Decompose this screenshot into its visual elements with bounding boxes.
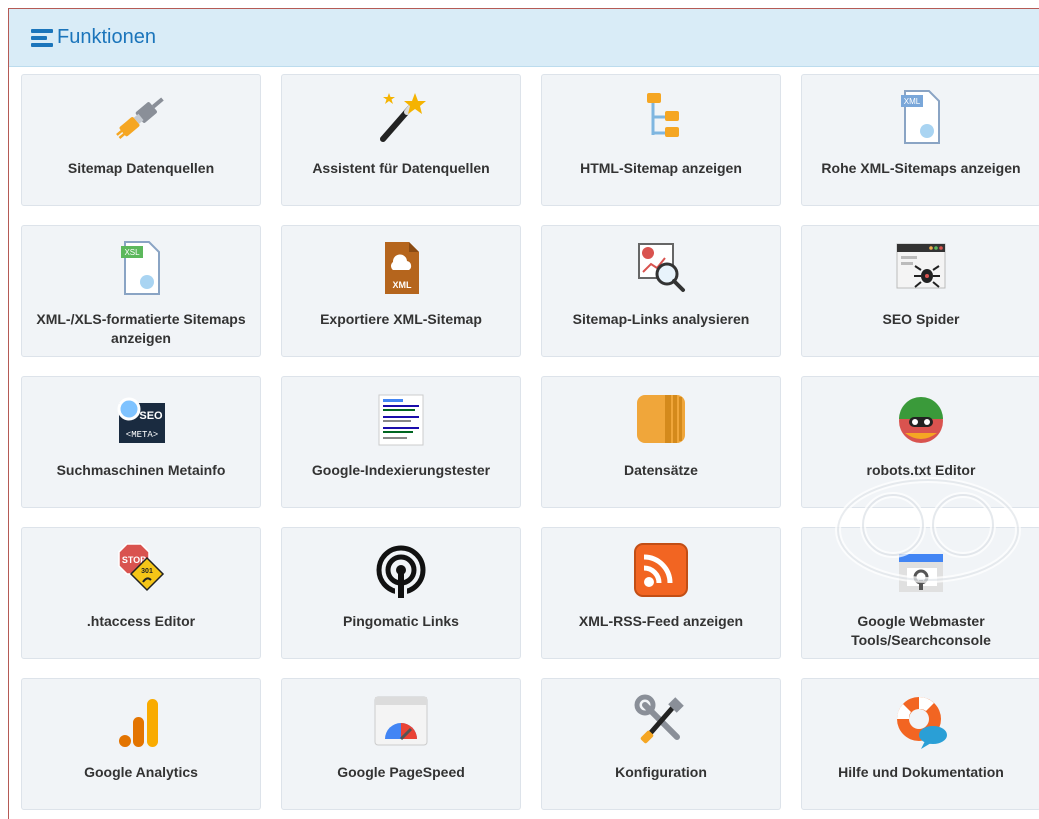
watermark-logo (835, 477, 1021, 583)
tile-pingomatic[interactable]: Pingomatic Links (281, 527, 521, 659)
tile-pagespeed[interactable]: Google PageSpeed (281, 678, 521, 810)
tile-label: Sitemap-Links analysieren (572, 311, 750, 327)
tile-label: Konfiguration (615, 764, 707, 780)
server-list-icon (31, 28, 53, 47)
xml-export-icon: XML (385, 242, 419, 294)
tile-label: Hilfe und Dokumentation (838, 764, 1004, 780)
tile-datensaetze[interactable]: Datensätze (541, 376, 781, 508)
seo-meta-icon: SEO <META> (117, 397, 165, 443)
svg-text:XML: XML (904, 97, 921, 106)
stop-sign-icon: STOP 301 (118, 543, 165, 592)
tile-label: Rohe XML-Sitemaps anzeigen (821, 160, 1021, 176)
tile-label: Sitemap Datenquellen (67, 160, 215, 176)
panel-title: Funktionen (57, 26, 156, 48)
tile-hilfe[interactable]: Hilfe und Dokumentation (801, 678, 1039, 810)
tile-xsl-sitemaps[interactable]: XSL XML-/XLS-formatierte Sitemaps anzeig… (21, 225, 261, 357)
tile-label: Google Webmaster Tools/Searchconsole (851, 613, 991, 648)
tile-metainfo[interactable]: SEO <META> Suchmaschinen Metainfo (21, 376, 261, 508)
folder-tree-icon (647, 93, 679, 137)
tile-links-analysieren[interactable]: Sitemap-Links analysieren (541, 225, 781, 357)
tile-assistent[interactable]: Assistent für Datenquellen (281, 74, 521, 206)
tile-indexierungstester[interactable]: Google-Indexierungstester (281, 376, 521, 508)
pagespeed-icon (374, 696, 428, 746)
tile-label: Google-Indexierungstester (311, 462, 491, 478)
records-icon (637, 395, 685, 443)
plug-icon (116, 97, 164, 139)
tile-label: Suchmaschinen Metainfo (56, 462, 226, 478)
tile-html-sitemap[interactable]: HTML-Sitemap anzeigen (541, 74, 781, 206)
tile-label: SEO Spider (882, 311, 960, 327)
svg-text:SEO: SEO (139, 410, 163, 422)
tile-label: Assistent für Datenquellen (312, 160, 490, 176)
tile-google-analytics[interactable]: Google Analytics (21, 678, 261, 810)
svg-text:301: 301 (141, 568, 153, 575)
svg-text:XML: XML (393, 280, 413, 290)
tile-htaccess-editor[interactable]: STOP 301 .htaccess Editor (21, 527, 261, 659)
tile-label: Google Analytics (84, 764, 198, 780)
tile-label: Datensätze (624, 462, 698, 478)
google-doc-icon (378, 394, 424, 446)
magic-wand-icon (380, 93, 426, 142)
tile-label: XML-/XLS-formatierte Sitemaps anzeigen (36, 311, 246, 346)
tile-label: XML-RSS-Feed anzeigen (578, 613, 744, 629)
spider-icon (896, 243, 946, 289)
tile-label: HTML-Sitemap anzeigen (580, 160, 742, 176)
tile-label: Exportiere XML-Sitemap (320, 311, 482, 327)
xsl-file-icon: XSL (121, 241, 160, 295)
rss-icon (634, 543, 688, 597)
tile-label: Google PageSpeed (337, 764, 465, 780)
svg-text:<META>: <META> (126, 430, 158, 440)
tools-icon (634, 694, 684, 744)
tile-rohe-xml[interactable]: XML Rohe XML-Sitemaps anzeigen (801, 74, 1039, 206)
lifebuoy-icon (897, 697, 947, 749)
panel-header: Funktionen (9, 9, 1039, 67)
tile-konfiguration[interactable]: Konfiguration (541, 678, 781, 810)
tile-label: Pingomatic Links (343, 613, 459, 629)
tile-rss-feed[interactable]: XML-RSS-Feed anzeigen (541, 527, 781, 659)
tile-seo-spider[interactable]: SEO Spider (801, 225, 1039, 357)
tile-label: .htaccess Editor (86, 613, 196, 629)
broadcast-icon (376, 545, 426, 600)
svg-text:XSL: XSL (124, 248, 140, 257)
link-analysis-icon (638, 243, 685, 292)
robot-icon (899, 397, 943, 443)
tile-export-xml[interactable]: XML Exportiere XML-Sitemap (281, 225, 521, 357)
analytics-icon (119, 699, 158, 747)
xml-file-icon: XML (901, 90, 940, 144)
tile-sitemap-datenquellen[interactable]: Sitemap Datenquellen (21, 74, 261, 206)
